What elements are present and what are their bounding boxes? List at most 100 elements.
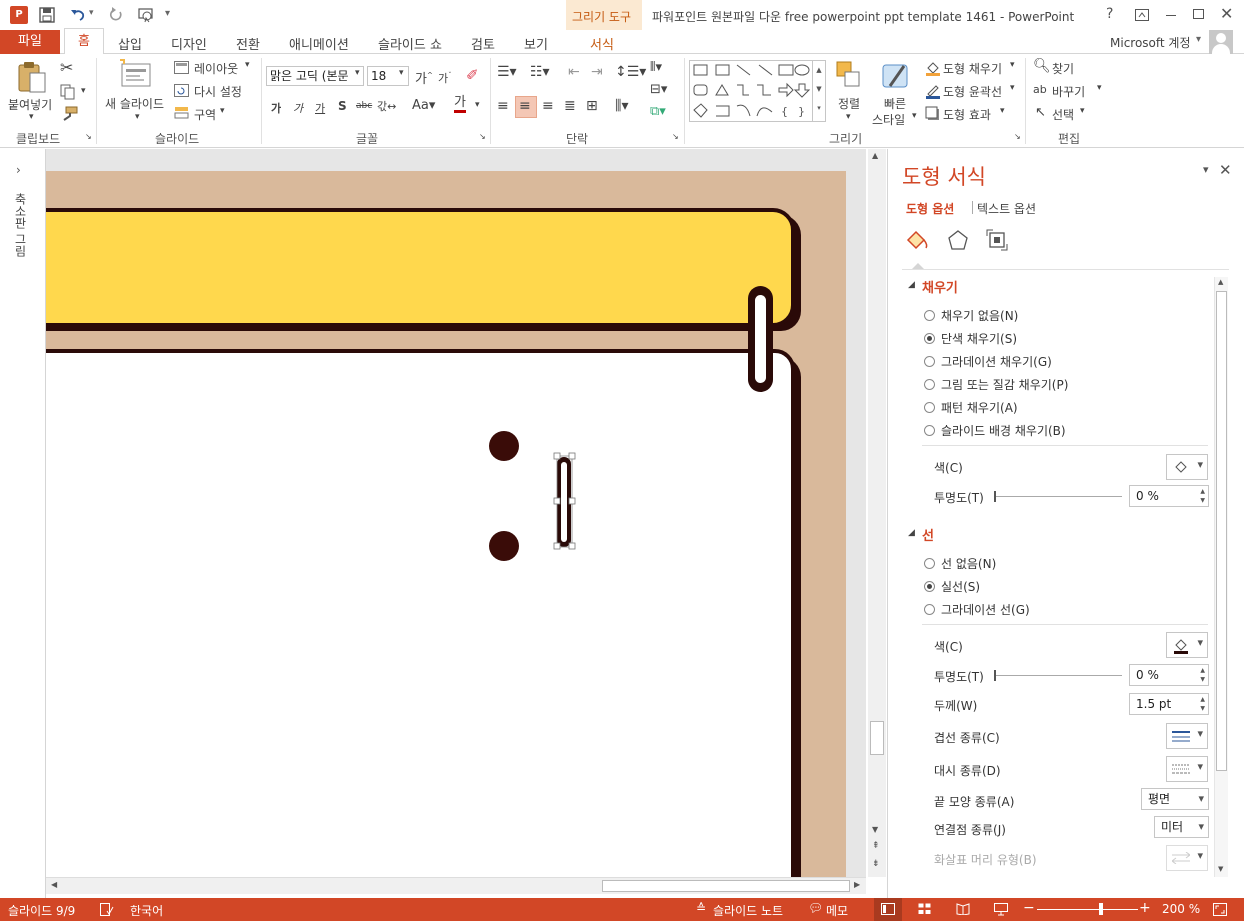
slideshow-view-icon[interactable] xyxy=(994,903,1008,916)
decrease-indent-icon[interactable]: ⇤ xyxy=(568,64,580,80)
shape-outline-button[interactable]: 도형 윤곽선 xyxy=(943,83,1002,100)
fill-line-icon[interactable] xyxy=(904,229,930,251)
tab-view[interactable]: 보기 xyxy=(524,34,548,53)
tab-transitions[interactable]: 전환 xyxy=(236,34,260,53)
vertical-scrollbar[interactable]: ▲ ▼ ⇞ ⇟ xyxy=(868,149,886,877)
underline-icon[interactable]: 가 xyxy=(315,100,325,116)
next-slide-icon[interactable]: ⇟ xyxy=(872,859,880,869)
pane-scroll-up-icon[interactable]: ▲ xyxy=(1218,278,1223,286)
layout-icon[interactable] xyxy=(174,61,189,74)
account-dropdown-icon[interactable]: ▾ xyxy=(1196,34,1201,45)
shape-outline-icon[interactable] xyxy=(925,83,941,99)
font-color-icon[interactable]: 가 xyxy=(454,96,466,113)
line-option-none[interactable]: 선 없음(N) xyxy=(924,555,996,572)
format-painter-icon[interactable] xyxy=(60,106,78,122)
zoom-in-button[interactable]: + xyxy=(1139,900,1151,916)
customize-qat-icon[interactable]: ▾ xyxy=(165,8,170,19)
new-slide-icon[interactable] xyxy=(118,58,154,90)
zoom-slider[interactable] xyxy=(1037,909,1138,910)
close-button[interactable]: ✕ xyxy=(1220,4,1233,23)
scroll-thumb[interactable] xyxy=(870,721,884,755)
language-indicator[interactable]: 한국어 xyxy=(130,902,163,919)
save-icon[interactable] xyxy=(39,7,55,23)
font-size-dropdown-icon[interactable]: ▾ xyxy=(399,68,404,78)
slide[interactable] xyxy=(46,149,866,877)
maximize-button[interactable] xyxy=(1193,9,1204,19)
decrease-font-icon[interactable]: 가ˇ xyxy=(438,70,452,86)
quick-styles-label-2[interactable]: 스타일 xyxy=(872,111,905,128)
previous-slide-icon[interactable]: ⇞ xyxy=(872,841,880,851)
thumbnails-label[interactable]: 축소판 그림 xyxy=(12,193,29,257)
find-icon[interactable]: 🔍︎ xyxy=(1033,58,1051,74)
line-transparency-spinner[interactable]: 0 % xyxy=(1129,664,1209,686)
shape-fill-dropdown-icon[interactable]: ▾ xyxy=(1010,60,1015,70)
pane-close-icon[interactable]: ✕ xyxy=(1219,161,1232,179)
minimize-button[interactable] xyxy=(1166,15,1176,16)
zoom-level[interactable]: 200 % xyxy=(1162,902,1200,916)
shape-effects-dropdown-icon[interactable]: ▾ xyxy=(1000,106,1005,116)
fill-section-header[interactable]: 채우기 xyxy=(922,277,958,296)
spell-check-icon[interactable] xyxy=(100,903,114,916)
line-spacing-icon[interactable]: ↕☰▾ xyxy=(615,64,646,80)
pane-scrollbar[interactable]: ▲ ▼ xyxy=(1214,277,1228,877)
replace-button[interactable]: 바꾸기 xyxy=(1052,83,1085,100)
paste-dropdown-icon[interactable]: ▾ xyxy=(29,112,34,122)
font-color-dropdown-icon[interactable]: ▾ xyxy=(475,100,480,110)
replace-dropdown-icon[interactable]: ▾ xyxy=(1097,83,1102,93)
tab-review[interactable]: 검토 xyxy=(471,34,495,53)
fill-option-solid[interactable]: 단색 채우기(S) xyxy=(924,330,1017,347)
replace-icon[interactable]: ab xyxy=(1033,83,1047,96)
size-properties-icon[interactable] xyxy=(986,229,1008,251)
fill-transparency-slider[interactable] xyxy=(994,491,1122,502)
align-left-icon[interactable]: ≡ xyxy=(497,98,509,114)
increase-font-icon[interactable]: 가^ xyxy=(415,68,433,87)
shadow-icon[interactable]: S xyxy=(338,99,347,113)
section-icon[interactable] xyxy=(174,106,189,119)
tab-file[interactable]: 파일 xyxy=(0,30,60,54)
font-name-combo[interactable]: 맑은 고딕 (본문 xyxy=(266,66,364,86)
line-section-header[interactable]: 선 xyxy=(922,525,934,544)
line-option-solid[interactable]: 실선(S) xyxy=(924,578,980,595)
cap-type-dropdown[interactable]: 평면 xyxy=(1141,788,1209,810)
dialog-launcher-icon[interactable]: ↘ xyxy=(1014,132,1021,141)
section-button[interactable]: 구역 xyxy=(194,106,216,123)
align-text-icon[interactable]: ⊟▾ xyxy=(650,82,667,97)
tab-shape-options[interactable]: 도형 옵션 xyxy=(906,200,954,217)
cut-icon[interactable]: ✂ xyxy=(60,58,73,77)
fill-option-gradient[interactable]: 그라데이션 채우기(G) xyxy=(924,353,1052,370)
columns-icon[interactable]: ⫼▾ xyxy=(615,98,628,114)
notes-icon[interactable]: ≙ xyxy=(696,901,706,915)
comments-button[interactable]: 메모 xyxy=(826,902,848,919)
fit-to-window-icon[interactable] xyxy=(1213,903,1227,916)
bold-icon[interactable]: 가 xyxy=(271,100,281,116)
shape-effects-button[interactable]: 도형 효과 xyxy=(943,106,991,123)
new-slide-dropdown-icon[interactable]: ▾ xyxy=(135,112,140,122)
avatar[interactable] xyxy=(1209,30,1233,54)
justify-icon[interactable]: ≣ xyxy=(564,98,576,114)
italic-icon[interactable]: 가 xyxy=(293,100,303,116)
effects-icon[interactable] xyxy=(947,229,969,251)
fill-option-slide-background[interactable]: 슬라이드 배경 채우기(B) xyxy=(924,422,1066,439)
help-button[interactable]: ? xyxy=(1106,6,1113,22)
join-type-dropdown[interactable]: 미터 xyxy=(1154,816,1209,838)
text-direction-icon[interactable]: ⫴▾ xyxy=(650,60,662,75)
shape-fill-icon[interactable] xyxy=(925,60,941,76)
reset-button[interactable]: 다시 설정 xyxy=(194,83,242,100)
scroll-right-icon[interactable]: ▶ xyxy=(854,880,860,889)
hscroll-thumb[interactable] xyxy=(602,880,850,892)
font-name-dropdown-icon[interactable]: ▾ xyxy=(355,68,360,78)
select-button[interactable]: 선택 xyxy=(1052,106,1074,123)
slide-editing-area[interactable] xyxy=(46,149,866,877)
arrange-button[interactable]: 정렬 xyxy=(838,95,860,112)
layout-dropdown-icon[interactable]: ▾ xyxy=(245,60,250,70)
copy-dropdown-icon[interactable]: ▾ xyxy=(81,86,86,96)
slide-counter[interactable]: 슬라이드 9/9 xyxy=(8,902,75,919)
undo-icon[interactable] xyxy=(70,7,86,23)
arrange-icon[interactable] xyxy=(835,60,863,90)
tab-home[interactable]: 홈 xyxy=(64,28,104,55)
shapes-gallery[interactable]: {} ▲ ▼ ▾ xyxy=(689,60,826,122)
dialog-launcher-icon[interactable]: ↘ xyxy=(85,132,92,141)
numbering-icon[interactable]: ☷▾ xyxy=(530,64,550,80)
gallery-scroll[interactable]: ▲ ▼ ▾ xyxy=(812,61,825,121)
shape-effects-icon[interactable] xyxy=(925,106,941,122)
